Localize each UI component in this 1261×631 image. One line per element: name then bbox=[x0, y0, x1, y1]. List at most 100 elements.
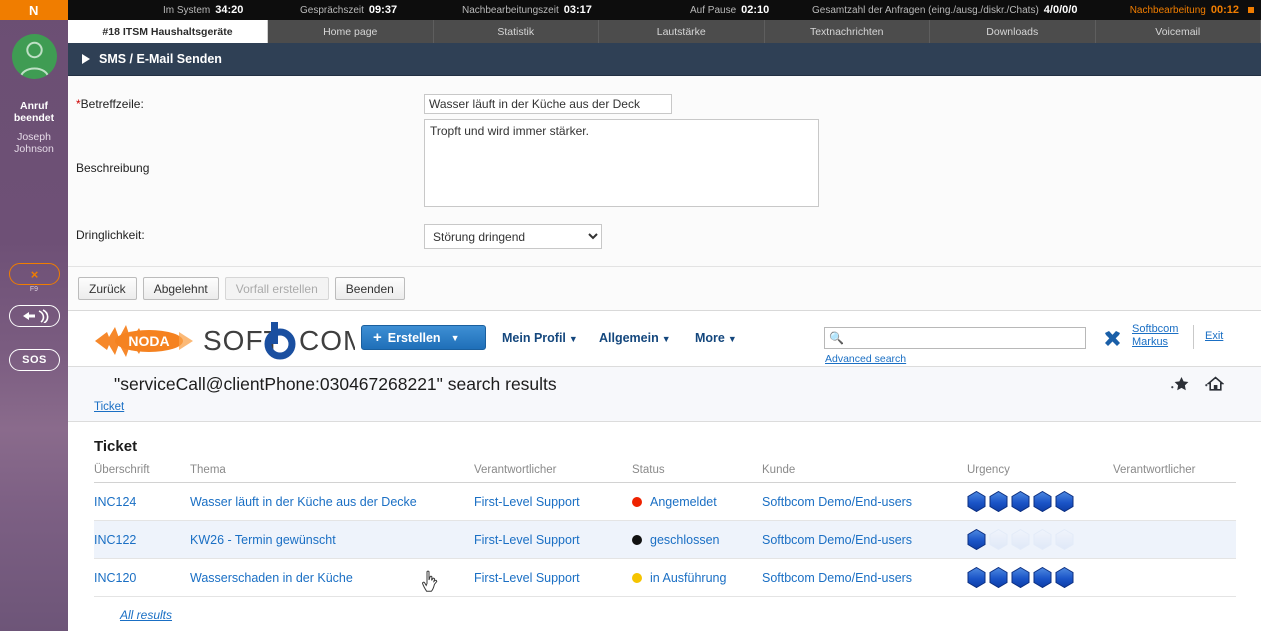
col-urgency: Urgency bbox=[967, 464, 1113, 483]
ticket-customer[interactable]: Softbcom Demo/End-users bbox=[762, 533, 912, 547]
chevron-down-icon: ▼ bbox=[450, 332, 460, 343]
header-divider bbox=[1193, 325, 1194, 349]
ticket-id-link[interactable]: INC124 bbox=[94, 495, 136, 509]
stat-value: 00:12 bbox=[1210, 4, 1239, 16]
ticket-id-link[interactable]: INC122 bbox=[94, 533, 136, 547]
tools-icon[interactable] bbox=[1103, 330, 1122, 349]
ticket-customer[interactable]: Softbcom Demo/End-users bbox=[762, 495, 912, 509]
urgency-select[interactable]: Störung dringend bbox=[424, 224, 602, 249]
zurueck-button[interactable]: Zurück bbox=[78, 277, 137, 300]
ticket-subject-link[interactable]: KW26 - Termin gewünscht bbox=[190, 533, 336, 547]
search-icon: 🔍 bbox=[829, 331, 844, 345]
urgency-hex bbox=[1011, 529, 1030, 550]
tab-downloads[interactable]: Downloads bbox=[930, 20, 1096, 43]
noda-logo-icon: NODA bbox=[95, 325, 193, 357]
softbcom-wordmark-icon: SOFT COM bbox=[203, 322, 355, 360]
add-home-icon[interactable] bbox=[1204, 375, 1224, 393]
hangup-button[interactable]: × bbox=[9, 263, 60, 285]
add-favorite-star-icon[interactable] bbox=[1170, 375, 1190, 393]
current-user-link[interactable]: Softbcom Markus bbox=[1132, 323, 1200, 349]
advanced-search-link[interactable]: Advanced search bbox=[825, 353, 906, 365]
user-avatar-icon bbox=[19, 41, 50, 79]
panel-title: SMS / E-Mail Senden bbox=[99, 52, 222, 66]
tab-lautstaerke[interactable]: Lautstärke bbox=[599, 20, 765, 43]
urgency-hex bbox=[967, 491, 986, 512]
ticket-customer[interactable]: Softbcom Demo/End-users bbox=[762, 571, 912, 585]
col-thema: Thema bbox=[190, 464, 474, 483]
tab-label: Voicemail bbox=[1155, 25, 1201, 38]
form-button-row: Zurück Abgelehnt Vorfall erstellen Beend… bbox=[68, 267, 1261, 311]
tab-voicemail[interactable]: Voicemail bbox=[1096, 20, 1261, 43]
status-dot bbox=[632, 496, 642, 507]
col-status: Status bbox=[632, 464, 762, 483]
expand-triangle-icon[interactable] bbox=[82, 54, 90, 64]
ticket-subject-link[interactable]: Wasserschaden in der Küche bbox=[190, 571, 353, 585]
abgelehnt-button[interactable]: Abgelehnt bbox=[142, 277, 219, 300]
description-label: Beschreibung bbox=[76, 161, 150, 175]
stat-label: Gesprächszeit bbox=[300, 5, 364, 16]
status-label: Angemeldet bbox=[650, 494, 717, 509]
softbcom-logo[interactable]: NODA SOFT COM bbox=[93, 320, 355, 360]
subject-label: *Betreffzeile: bbox=[68, 94, 424, 111]
ticket-responsible[interactable]: First-Level Support bbox=[474, 533, 580, 547]
col-verantwortlicher-2: Verantwortlicher bbox=[1113, 464, 1236, 483]
results-tab-ticket[interactable]: Ticket bbox=[94, 401, 124, 413]
nav-mein-profil[interactable]: Mein Profil ▼ bbox=[502, 331, 578, 345]
chevron-down-icon: ▼ bbox=[727, 334, 737, 344]
beenden-button[interactable]: Beenden bbox=[334, 277, 405, 300]
status-badge: geschlossen bbox=[632, 533, 762, 547]
table-row[interactable]: INC120 Wasserschaden in der Küche First-… bbox=[94, 558, 1236, 597]
nav-label: Mein Profil bbox=[502, 331, 566, 345]
tab-statistik[interactable]: Statistik bbox=[434, 20, 599, 43]
description-textarea[interactable] bbox=[424, 119, 819, 207]
table-row[interactable]: INC122 KW26 - Termin gewünscht First-Lev… bbox=[94, 520, 1236, 559]
ticket-subject-link[interactable]: Wasser läuft in der Küche aus der Decke bbox=[190, 495, 417, 509]
sos-button[interactable]: SOS bbox=[9, 349, 60, 371]
stat-value: 09:37 bbox=[368, 4, 398, 16]
stat-nachbearbeitung: Nachbearbeitung 00:12 bbox=[1130, 4, 1239, 16]
form-row-urgency: Dringlichkeit: Störung dringend bbox=[68, 207, 1261, 266]
callback-button[interactable] bbox=[9, 305, 60, 327]
status-indicator-square bbox=[1248, 7, 1254, 13]
search-box[interactable]: 🔍 bbox=[824, 327, 1086, 349]
sms-email-panel-header[interactable]: SMS / E-Mail Senden bbox=[68, 43, 1261, 76]
all-results-link[interactable]: All results bbox=[120, 608, 172, 622]
urgency-hex bbox=[1011, 567, 1030, 588]
nav-allgemein[interactable]: Allgemein ▼ bbox=[599, 331, 671, 345]
sos-label: SOS bbox=[22, 354, 47, 366]
tab-itsm-haushaltsgeraete[interactable]: #18 ITSM Haushaltsgeräte bbox=[68, 20, 268, 43]
subject-input[interactable] bbox=[424, 94, 672, 114]
erstellen-button[interactable]: + Erstellen ▼ bbox=[361, 325, 486, 350]
exit-link[interactable]: Exit bbox=[1205, 330, 1223, 342]
search-results-header: "serviceCall@clientPhone:030467268221" s… bbox=[68, 367, 1261, 422]
ticket-responsible[interactable]: First-Level Support bbox=[474, 495, 580, 509]
ticket-table-section: Ticket Überschrift Thema Verantwortliche… bbox=[68, 422, 1261, 624]
vorfall-erstellen-button: Vorfall erstellen bbox=[224, 277, 329, 300]
noda-logo-mark: N bbox=[29, 2, 39, 18]
stat-im-system: Im System 34:20 bbox=[163, 4, 243, 16]
urgency-hex bbox=[989, 529, 1008, 550]
table-row[interactable]: INC124 Wasser läuft in der Küche aus der… bbox=[94, 482, 1236, 521]
stat-label: Nachbearbeitungszeit bbox=[462, 5, 559, 16]
col-verantwortlicher: Verantwortlicher bbox=[474, 464, 632, 483]
urgency-hex bbox=[967, 529, 986, 550]
status-bar: Im System 34:20 Gesprächszeit 09:37 Nach… bbox=[68, 0, 1261, 20]
chevron-down-icon: ▼ bbox=[568, 334, 578, 344]
tab-label: #18 ITSM Haushaltsgeräte bbox=[102, 25, 233, 38]
urgency-hex bbox=[1033, 529, 1052, 550]
nav-more[interactable]: More ▼ bbox=[695, 331, 737, 345]
stat-auf-pause: Auf Pause 02:10 bbox=[690, 4, 769, 16]
ticket-responsible[interactable]: First-Level Support bbox=[474, 571, 580, 585]
tickets-table: Überschrift Thema Verantwortlicher Statu… bbox=[94, 464, 1236, 597]
tab-textnachrichten[interactable]: Textnachrichten bbox=[765, 20, 930, 43]
ticket-id-link[interactable]: INC120 bbox=[94, 571, 136, 585]
close-icon: × bbox=[30, 266, 39, 282]
col-kunde: Kunde bbox=[762, 464, 967, 483]
urgency-hex bbox=[1033, 567, 1052, 588]
stat-label: Gesamtzahl der Anfragen (eing./ausg./dis… bbox=[812, 5, 1039, 16]
search-input[interactable] bbox=[845, 329, 1083, 347]
urgency-hex bbox=[1055, 529, 1074, 550]
col-ueberschrift: Überschrift bbox=[94, 464, 190, 483]
urgency-hex bbox=[989, 491, 1008, 512]
tab-home-page[interactable]: Home page bbox=[268, 20, 434, 43]
